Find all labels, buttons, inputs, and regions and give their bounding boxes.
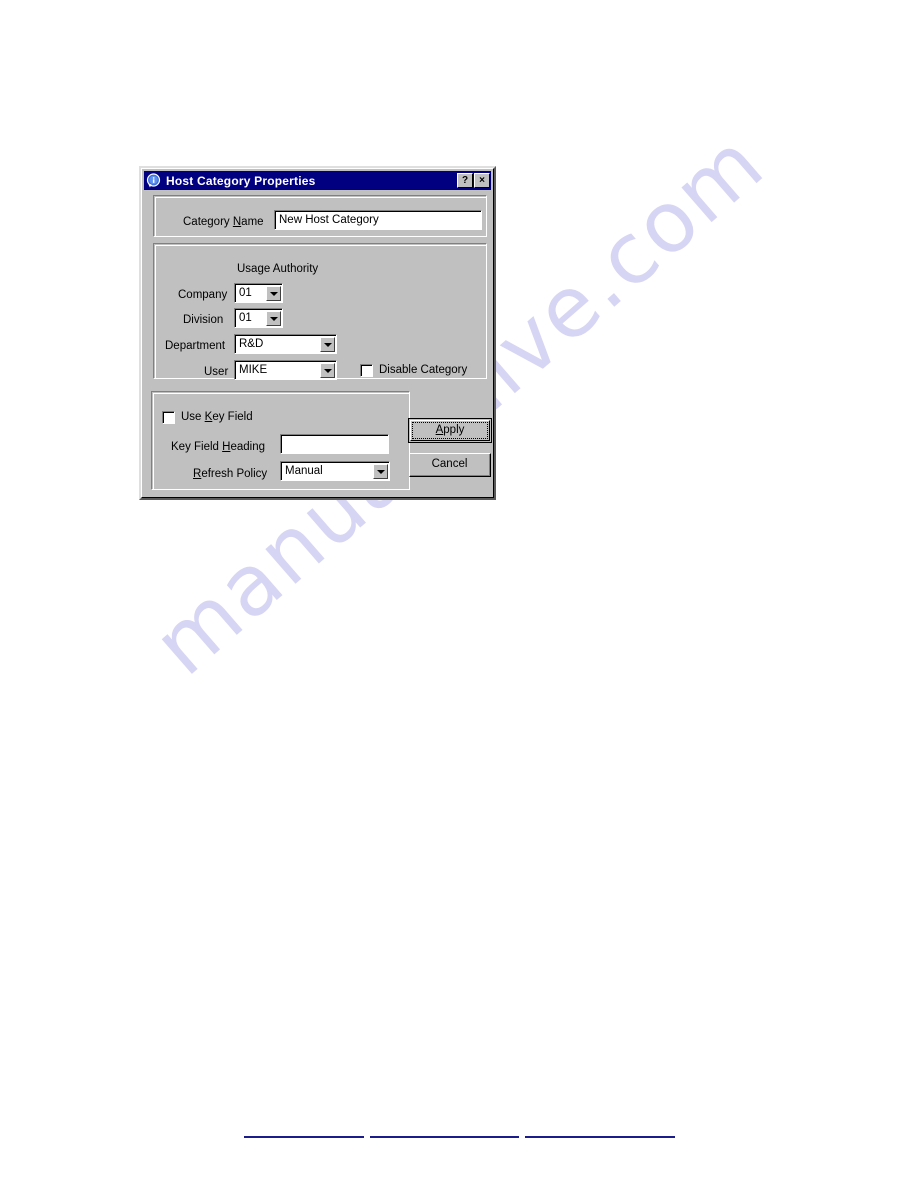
chevron-down-icon[interactable] xyxy=(320,337,335,352)
footer-link-underline-2 xyxy=(370,1136,519,1138)
division-value: 01 xyxy=(239,312,252,324)
chevron-down-icon[interactable] xyxy=(266,286,281,301)
dialog-title: Host Category Properties xyxy=(166,173,316,188)
cancel-button[interactable]: Cancel xyxy=(409,453,491,477)
cancel-button-label: Cancel xyxy=(431,458,468,470)
division-label: Division xyxy=(183,314,224,326)
chevron-down-icon[interactable] xyxy=(373,464,388,479)
info-circle-icon xyxy=(146,172,162,189)
division-combobox[interactable]: 01 xyxy=(234,308,283,328)
department-combobox[interactable]: R&D xyxy=(234,334,337,354)
use-key-field-checkbox-box[interactable] xyxy=(162,410,175,424)
user-combobox[interactable]: MIKE xyxy=(234,360,337,380)
refresh-policy-combobox[interactable]: Manual xyxy=(280,461,390,481)
footer-link-underline-1 xyxy=(244,1136,364,1138)
user-value: MIKE xyxy=(239,364,268,376)
disable-category-checkbox[interactable]: Disable Category xyxy=(360,363,467,377)
use-key-field-checkbox[interactable]: Use Key Field xyxy=(162,410,253,424)
dialog-title-bar[interactable]: Host Category Properties ? × xyxy=(144,171,491,190)
disable-category-checkbox-box[interactable] xyxy=(360,363,373,377)
department-label: Department xyxy=(165,340,226,352)
company-combobox[interactable]: 01 xyxy=(234,283,283,303)
chevron-down-icon[interactable] xyxy=(266,311,281,326)
company-label: Company xyxy=(178,289,228,301)
department-value: R&D xyxy=(239,338,264,350)
usage-authority-label: Usage Authority xyxy=(237,263,319,275)
usage-authority-group xyxy=(153,243,487,379)
key-field-heading-input[interactable] xyxy=(280,434,389,454)
category-name-input-value: New Host Category xyxy=(275,211,481,229)
company-value: 01 xyxy=(239,287,252,299)
disable-category-label: Disable Category xyxy=(379,364,468,376)
refresh-policy-label: Refresh Policy xyxy=(193,468,268,480)
host-category-properties-dialog: Host Category Properties ? × Category Na… xyxy=(139,166,496,500)
refresh-policy-value: Manual xyxy=(285,465,323,477)
use-key-field-label: Use Key Field xyxy=(181,411,253,423)
help-button[interactable]: ? xyxy=(457,173,473,188)
category-name-label: Category Name xyxy=(183,216,264,228)
close-button[interactable]: × xyxy=(474,173,490,188)
apply-button[interactable]: Apply xyxy=(408,418,492,443)
apply-button-label: Apply xyxy=(435,424,465,436)
user-label: User xyxy=(204,366,229,378)
footer-link-underline-3 xyxy=(525,1136,675,1138)
category-name-input[interactable]: New Host Category xyxy=(274,210,482,230)
chevron-down-icon[interactable] xyxy=(320,363,335,378)
key-field-heading-label: Key Field Heading xyxy=(171,441,265,453)
dialog-inner-frame: Host Category Properties ? × Category Na… xyxy=(141,168,494,498)
cancel-button-face: Cancel xyxy=(410,454,490,476)
key-field-heading-input-value xyxy=(281,435,388,453)
apply-button-focus-ring: Apply xyxy=(412,422,488,439)
